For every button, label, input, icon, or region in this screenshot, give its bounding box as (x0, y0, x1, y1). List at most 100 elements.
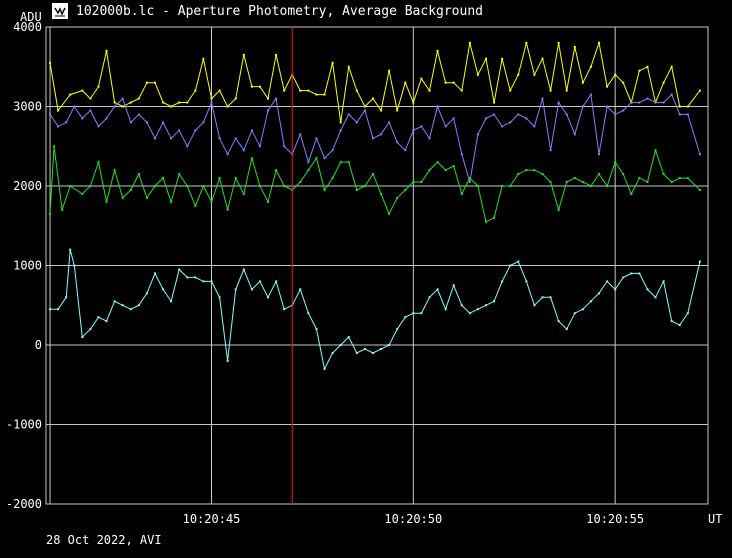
data-point (573, 312, 576, 315)
data-point (137, 304, 140, 307)
data-point (226, 359, 229, 362)
data-point (331, 177, 334, 180)
data-point (153, 137, 156, 140)
data-point (452, 81, 455, 84)
data-point (81, 192, 84, 195)
y-tick-label: -1000 (6, 418, 42, 432)
data-point (396, 141, 399, 144)
data-point (670, 65, 673, 68)
data-point (517, 173, 520, 176)
data-point (654, 101, 657, 104)
data-point (49, 212, 52, 215)
data-point (234, 177, 237, 180)
data-point (250, 85, 253, 88)
data-point (121, 105, 124, 108)
data-point (549, 181, 552, 184)
data-point (267, 97, 270, 100)
data-point (549, 89, 552, 92)
data-point (226, 153, 229, 156)
data-point (81, 89, 84, 92)
data-point (137, 173, 140, 176)
data-point (646, 97, 649, 100)
data-point (194, 89, 197, 92)
data-point (606, 85, 609, 88)
data-point (501, 185, 504, 187)
y-tick-label: 0 (35, 338, 42, 352)
data-point (57, 125, 60, 128)
light-curve-chart[interactable]: 40003000200010000-1000-2000 10:20:45 10:2… (0, 0, 732, 558)
data-point (323, 93, 326, 96)
data-point (549, 149, 552, 152)
data-point (202, 121, 205, 124)
data-point (105, 200, 108, 203)
data-point (598, 173, 601, 176)
data-point (501, 57, 504, 60)
data-point (347, 113, 350, 116)
data-point (581, 81, 584, 84)
data-point (396, 109, 399, 112)
data-point (105, 49, 108, 52)
data-point (81, 336, 84, 339)
data-point (129, 308, 132, 311)
data-point (686, 113, 689, 116)
data-point (412, 181, 415, 184)
data-point (541, 57, 544, 60)
data-point (698, 89, 701, 92)
data-point (315, 157, 318, 160)
data-point (250, 288, 253, 291)
data-point (69, 185, 72, 187)
data-point (121, 196, 124, 199)
data-point (89, 97, 92, 100)
chart-series (49, 40, 701, 371)
data-point (638, 272, 641, 275)
y-tick-label: 1000 (13, 259, 42, 273)
data-point (573, 133, 576, 136)
data-point (153, 81, 156, 84)
data-point (347, 161, 350, 164)
data-point (589, 300, 592, 303)
data-point (541, 97, 544, 100)
x-tick-label: 10:20:45 (183, 512, 241, 526)
data-point (476, 308, 479, 311)
data-point (493, 216, 496, 219)
data-point (638, 177, 641, 180)
data-point (565, 113, 568, 116)
data-point (210, 101, 213, 104)
data-point (299, 181, 302, 184)
data-point (258, 145, 261, 148)
data-point (323, 188, 326, 191)
data-point (105, 320, 108, 323)
data-point (404, 188, 407, 191)
data-point (57, 308, 60, 311)
data-point (686, 105, 689, 108)
data-point (638, 69, 641, 72)
data-point (186, 101, 189, 104)
data-point (484, 57, 487, 60)
data-point (89, 109, 92, 112)
data-point (444, 308, 447, 311)
data-point (61, 208, 64, 211)
data-point (412, 129, 415, 132)
data-point (388, 69, 391, 72)
data-point (388, 344, 391, 346)
data-point (501, 280, 504, 283)
data-point (275, 97, 278, 100)
data-point (565, 328, 568, 331)
data-point (662, 173, 665, 176)
data-point (194, 204, 197, 207)
data-point (404, 81, 407, 84)
data-point (565, 89, 568, 92)
data-point (234, 288, 237, 291)
data-point (420, 125, 423, 128)
data-point (218, 296, 221, 299)
data-point (460, 89, 463, 92)
data-point (662, 280, 665, 283)
data-point (622, 173, 625, 176)
data-point (654, 296, 657, 299)
data-point (315, 328, 318, 331)
data-point (404, 316, 407, 319)
data-point (476, 133, 479, 136)
data-point (331, 61, 334, 64)
data-point (299, 89, 302, 92)
data-point (525, 41, 528, 44)
